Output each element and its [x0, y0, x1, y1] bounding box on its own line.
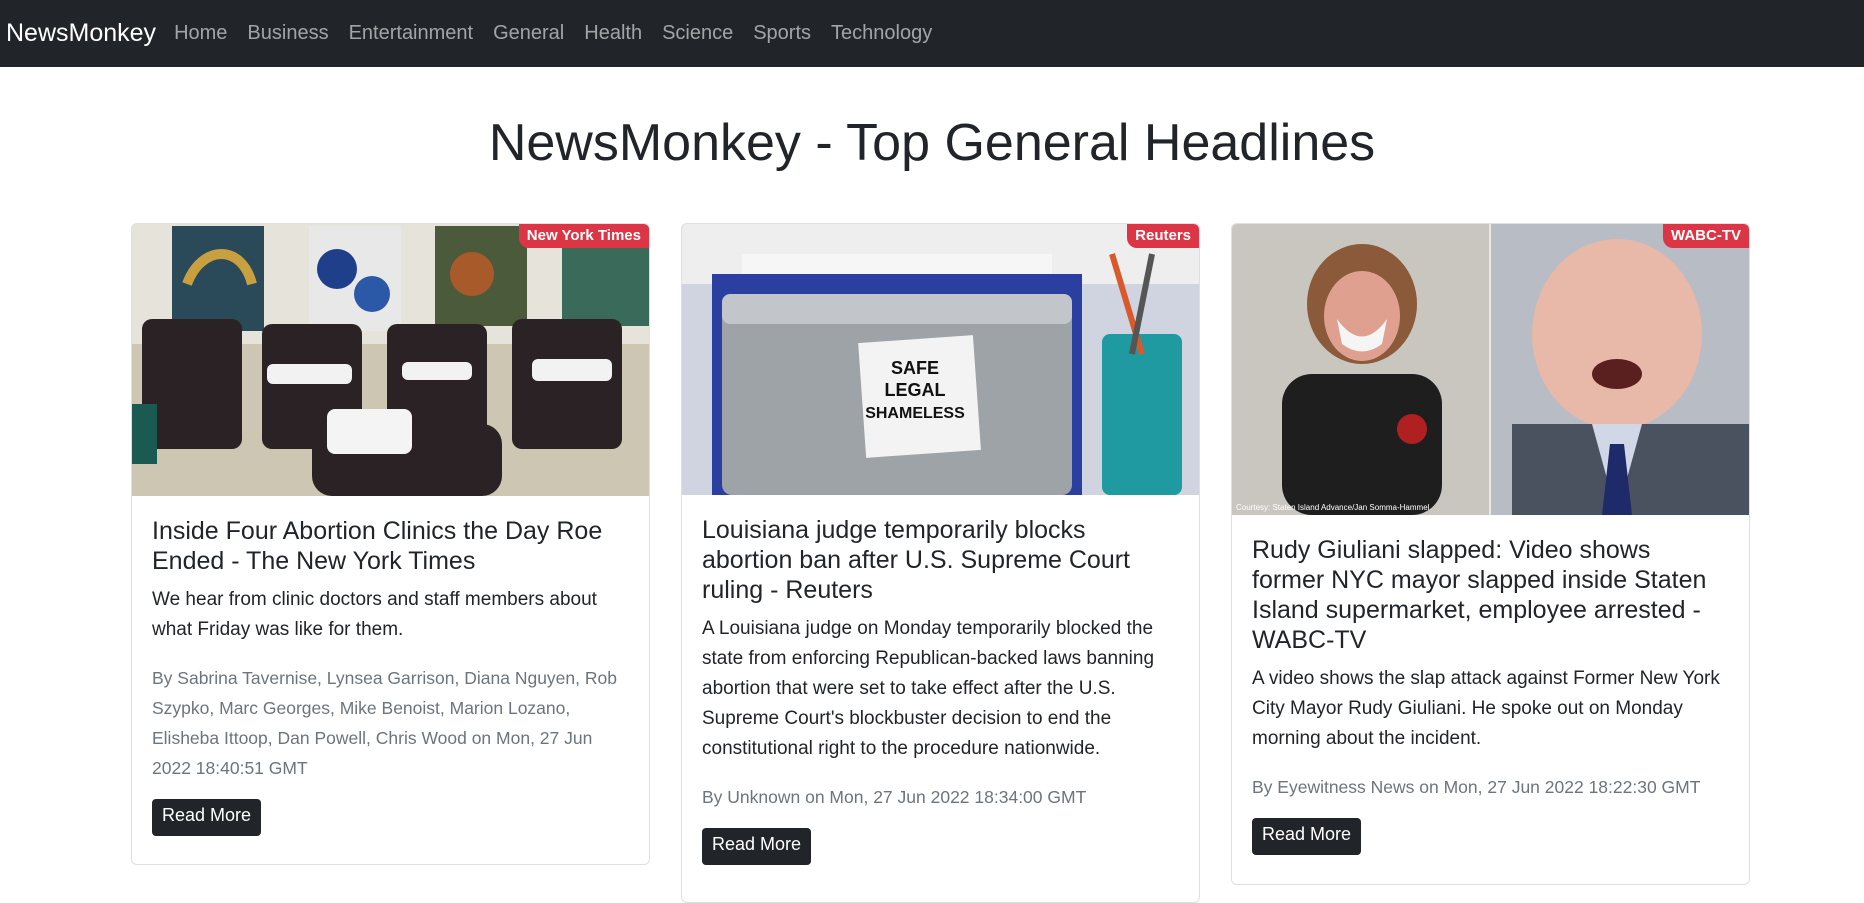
navbar: NewsMonkey Home Business Entertainment G… — [0, 0, 1864, 67]
nav-link-technology[interactable]: Technology — [831, 22, 932, 45]
nav-link-science[interactable]: Science — [662, 22, 733, 45]
news-card: Courtesy: Staten Island Advance/Jan Somm… — [1231, 223, 1750, 885]
nav-link-business[interactable]: Business — [247, 22, 328, 45]
card-title: Rudy Giuliani slapped: Video shows forme… — [1252, 536, 1707, 654]
news-card: SAFE LEGAL SHAMELESS Reuters Louisiana j… — [681, 223, 1200, 903]
brand-link[interactable]: NewsMonkey — [6, 19, 156, 48]
source-badge: New York Times — [518, 224, 649, 248]
clinic-room-image — [132, 224, 649, 496]
card-byline: By Sabrina Tavernise, Lynsea Garrison, D… — [152, 668, 617, 778]
trash-can-image: SAFE LEGAL SHAMELESS — [682, 224, 1199, 495]
card-image: Courtesy: Staten Island Advance/Jan Somm… — [1232, 224, 1749, 515]
nav-link-entertainment[interactable]: Entertainment — [349, 22, 474, 45]
card-body: Louisiana judge temporarily blocks abort… — [682, 495, 1199, 865]
news-grid: New York Times Inside Four Abortion Clin… — [0, 223, 1864, 903]
sticker-line-3: SHAMELESS — [865, 405, 965, 422]
card-image: SAFE LEGAL SHAMELESS Reuters — [682, 224, 1199, 495]
source-badge: WABC-TV — [1663, 224, 1749, 248]
card-body: Rudy Giuliani slapped: Video shows forme… — [1232, 515, 1749, 855]
card-byline: By Eyewitness News on Mon, 27 Jun 2022 1… — [1252, 777, 1701, 797]
nav-link-general[interactable]: General — [493, 22, 564, 45]
nav-link-sports[interactable]: Sports — [753, 22, 811, 45]
card-title: Inside Four Abortion Clinics the Day Roe… — [152, 517, 603, 575]
page-title: NewsMonkey - Top General Headlines — [488, 114, 1376, 172]
source-badge: Reuters — [1127, 224, 1199, 248]
image-caption: Courtesy: Staten Island Advance/Jan Somm… — [1236, 503, 1430, 512]
card-title: Louisiana judge temporarily blocks abort… — [702, 516, 1131, 604]
sticker-line-1: SAFE — [891, 358, 939, 378]
read-more-button[interactable]: Read More — [1252, 818, 1362, 855]
card-byline: By Unknown on Mon, 27 Jun 2022 18:34:00 … — [702, 787, 1087, 807]
nav-link-home[interactable]: Home — [174, 22, 227, 45]
card-description: We hear from clinic doctors and staff me… — [152, 589, 597, 640]
card-description: A Louisiana judge on Monday temporarily … — [702, 618, 1155, 759]
card-image: New York Times — [132, 224, 649, 496]
read-more-button[interactable]: Read More — [702, 828, 812, 865]
nav-link-health[interactable]: Health — [584, 22, 642, 45]
card-description: A video shows the slap attack against Fo… — [1252, 668, 1720, 749]
card-body: Inside Four Abortion Clinics the Day Roe… — [132, 496, 649, 836]
giuliani-image: Courtesy: Staten Island Advance/Jan Somm… — [1232, 224, 1749, 515]
sticker-line-2: LEGAL — [885, 380, 946, 400]
read-more-button[interactable]: Read More — [152, 799, 262, 836]
news-card: New York Times Inside Four Abortion Clin… — [131, 223, 650, 865]
